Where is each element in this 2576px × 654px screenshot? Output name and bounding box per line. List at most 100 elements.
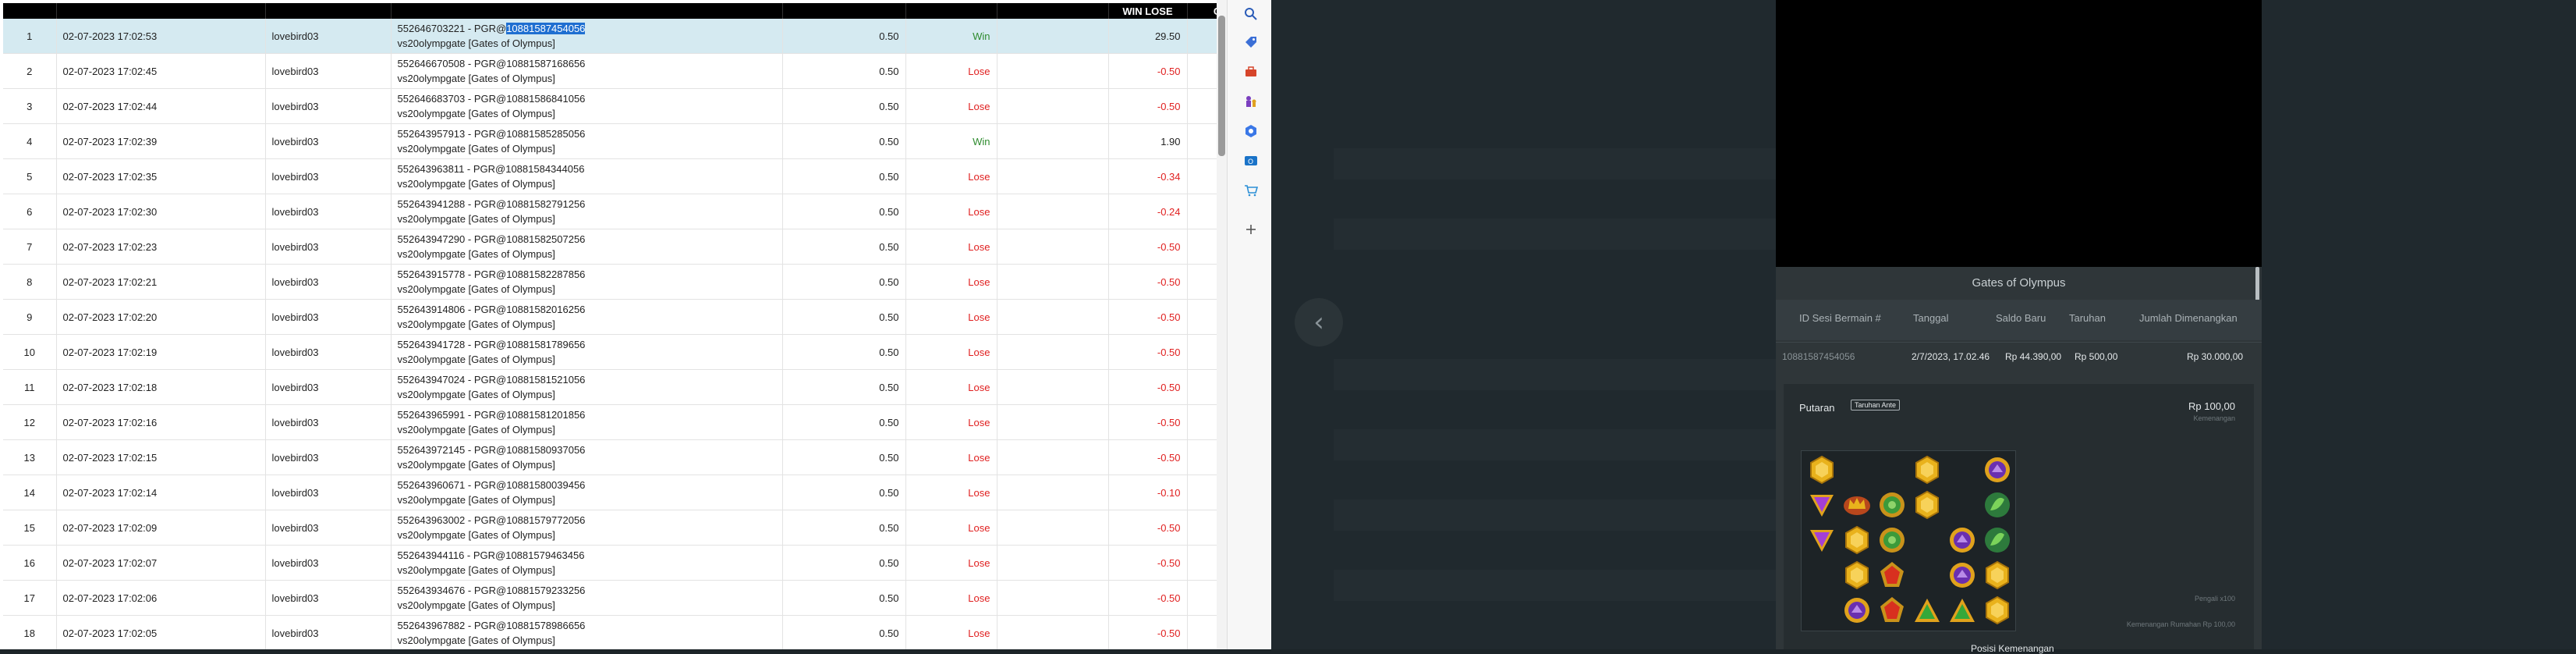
row-comm: 0.00	[1187, 194, 1217, 229]
table-scrollbar-thumb[interactable]	[1218, 16, 1225, 156]
bet-reference[interactable]: 552643963002 - PGR@10881579772056	[398, 513, 776, 528]
table-row[interactable]: 17 02-07-2023 17:02:06 lovebird03 552643934…	[3, 580, 1217, 616]
row-winlose: 29.50	[1108, 19, 1188, 54]
row-number: 18	[3, 615, 57, 649]
table-row[interactable]: 16 02-07-2023 17:02:07 lovebird03 552643944…	[3, 545, 1217, 581]
bet-id-ref[interactable]: 10881580039456	[506, 479, 585, 491]
bet-id-ref[interactable]: 10881582016256	[506, 304, 585, 315]
purple-ring-symbol-icon	[1947, 560, 1978, 591]
bet-id-ref[interactable]: 10881581789656	[506, 339, 585, 350]
table-row[interactable]: 2 02-07-2023 17:02:45 lovebird03 5526466705…	[3, 53, 1217, 89]
table-row[interactable]: 13 02-07-2023 17:02:15 lovebird03 552643972…	[3, 439, 1217, 475]
bet-reference[interactable]: 552643915778 - PGR@10881582287856	[398, 267, 776, 282]
row-detail: 552643960671 - PGR@10881580039456 vs20oly…	[391, 475, 783, 510]
table-row[interactable]: 6 02-07-2023 17:02:30 lovebird03 5526439412…	[3, 194, 1217, 229]
bet-value: Rp 500,00	[2075, 351, 2118, 362]
row-empty	[997, 19, 1109, 54]
game-name: vs20olympgate [Gates of Olympus]	[397, 424, 555, 435]
game-name: vs20olympgate [Gates of Olympus]	[397, 599, 555, 611]
background-row	[1334, 570, 1802, 601]
divider	[1776, 342, 2262, 343]
bet-reference[interactable]: 552646703221 - PGR@10881587454056	[398, 21, 776, 36]
bet-reference[interactable]: 552643941728 - PGR@10881581789656	[398, 337, 776, 352]
table-row[interactable]: 4 02-07-2023 17:02:39 lovebird03 5526439579…	[3, 123, 1217, 159]
bet-id-ref[interactable]: 10881582287856	[506, 268, 585, 280]
col-header-no[interactable]	[3, 3, 57, 19]
table-row[interactable]: 5 02-07-2023 17:02:35 lovebird03 5526439638…	[3, 158, 1217, 194]
table-row[interactable]: 10 02-07-2023 17:02:19 lovebird03 552643941…	[3, 334, 1217, 370]
table-row[interactable]: 11 02-07-2023 17:02:18 lovebird03 552643947…	[3, 369, 1217, 405]
col-new-balance: Saldo Baru	[1996, 312, 2046, 324]
table-row[interactable]: 7 02-07-2023 17:02:23 lovebird03 5526439472…	[3, 229, 1217, 265]
plus-icon[interactable]	[1243, 222, 1259, 237]
row-comm: 0.00	[1187, 545, 1217, 581]
col-header-winlose[interactable]: WIN LOSE	[1108, 3, 1188, 19]
bet-id-ref[interactable]: 10881582507256	[506, 233, 585, 245]
bet-reference[interactable]: 552643934676 - PGR@10881579233256	[398, 583, 776, 598]
col-header-result[interactable]	[905, 3, 997, 19]
table-row[interactable]: 9 02-07-2023 17:02:20 lovebird03 5526439148…	[3, 299, 1217, 335]
table-row[interactable]: 8 02-07-2023 17:02:21 lovebird03 5526439157…	[3, 264, 1217, 300]
bet-reference[interactable]: 552643960671 - PGR@10881580039456	[398, 478, 776, 492]
bet-id-ref[interactable]: 10881582791256	[506, 198, 585, 210]
row-number: 11	[3, 369, 57, 405]
bet-reference[interactable]: 552646670508 - PGR@10881587168656	[398, 56, 776, 71]
bet-reference[interactable]: 552643941288 - PGR@10881582791256	[398, 197, 776, 211]
search-icon[interactable]	[1243, 6, 1259, 22]
row-detail: 552643915778 - PGR@10881582287856 vs20oly…	[391, 264, 783, 300]
bet-id-prefix: 552643963811 - PGR@	[397, 163, 506, 175]
bet-id-ref[interactable]: 10881579463456	[505, 549, 584, 561]
bet-reference[interactable]: 552643963811 - PGR@10881584344056	[398, 162, 776, 176]
table-row[interactable]: 12 02-07-2023 17:02:16 lovebird03 552643965…	[3, 404, 1217, 440]
table-row[interactable]: 14 02-07-2023 17:02:14 lovebird03 552643960…	[3, 475, 1217, 510]
bet-id-ref[interactable]: 10881584344056	[505, 163, 584, 175]
table-row[interactable]: 3 02-07-2023 17:02:44 lovebird03 5526466837…	[3, 88, 1217, 124]
row-detail: 552643944116 - PGR@10881579463456 vs20oly…	[391, 545, 783, 581]
shopping-cart-icon[interactable]	[1243, 183, 1259, 198]
tag-icon[interactable]	[1243, 34, 1259, 50]
row-bet: 0.50	[782, 545, 906, 581]
bet-reference[interactable]: 552643944116 - PGR@10881579463456	[398, 548, 776, 563]
outlook-icon[interactable]: O	[1243, 153, 1259, 169]
row-number: 1	[3, 19, 57, 54]
bet-reference[interactable]: 552643957913 - PGR@10881585285056	[398, 126, 776, 141]
bet-reference[interactable]: 552643914806 - PGR@10881582016256	[398, 302, 776, 317]
row-result: Win	[905, 19, 997, 54]
bet-id-ref[interactable]: 10881580937056	[506, 444, 585, 456]
row-number: 4	[3, 123, 57, 159]
table-row[interactable]: 15 02-07-2023 17:02:09 lovebird03 552643963…	[3, 510, 1217, 546]
table-row[interactable]: 18 02-07-2023 17:02:05 lovebird03 552643967…	[3, 615, 1217, 649]
row-detail: 552646670508 - PGR@10881587168656 vs20oly…	[391, 53, 783, 89]
row-username: lovebird03	[265, 439, 392, 475]
bet-id-ref[interactable]: 10881587168656	[506, 58, 585, 69]
office-icon[interactable]	[1243, 123, 1259, 139]
toolbox-icon[interactable]	[1243, 64, 1259, 80]
col-header-comm[interactable]: COMM	[1187, 3, 1217, 19]
row-bet: 0.50	[782, 158, 906, 194]
bet-reference[interactable]: 552643967882 - PGR@10881578986656	[398, 618, 776, 633]
bet-reference[interactable]: 552643947290 - PGR@10881582507256	[398, 232, 776, 247]
col-header-detail[interactable]	[391, 3, 783, 19]
bet-id-ref[interactable]: 10881579233256	[506, 585, 585, 596]
row-empty	[997, 369, 1109, 405]
bet-reference[interactable]: 552643972145 - PGR@10881580937056	[398, 443, 776, 457]
bet-id-ref[interactable]: 10881581521056	[506, 374, 585, 386]
bet-id-ref[interactable]: 10881579772056	[506, 514, 585, 526]
bet-id-ref[interactable]: 10881586841056	[506, 93, 585, 105]
col-header-amount[interactable]	[997, 3, 1109, 19]
chess-icon[interactable]	[1243, 94, 1259, 109]
col-header-date[interactable]	[56, 3, 266, 19]
purple-ring-symbol-icon	[1841, 595, 1873, 626]
bet-reference[interactable]: 552643947024 - PGR@10881581521056	[398, 372, 776, 387]
bet-reference[interactable]: 552643965991 - PGR@10881581201856	[398, 407, 776, 422]
back-button[interactable]: ‹	[1295, 298, 1343, 347]
col-header-bet[interactable]	[782, 3, 906, 19]
bet-id-ref[interactable]: 10881585285056	[506, 128, 585, 140]
col-header-user[interactable]	[265, 3, 392, 19]
row-result: Lose	[905, 158, 997, 194]
bet-reference[interactable]: 552646683703 - PGR@10881586841056	[398, 91, 776, 106]
bet-id-ref[interactable]: 10881587454056	[506, 23, 586, 34]
bet-id-ref[interactable]: 10881578986656	[506, 620, 585, 631]
table-row[interactable]: 1 02-07-2023 17:02:53 lovebird03 5526467032…	[3, 19, 1217, 54]
bet-id-ref[interactable]: 10881581201856	[506, 409, 585, 421]
